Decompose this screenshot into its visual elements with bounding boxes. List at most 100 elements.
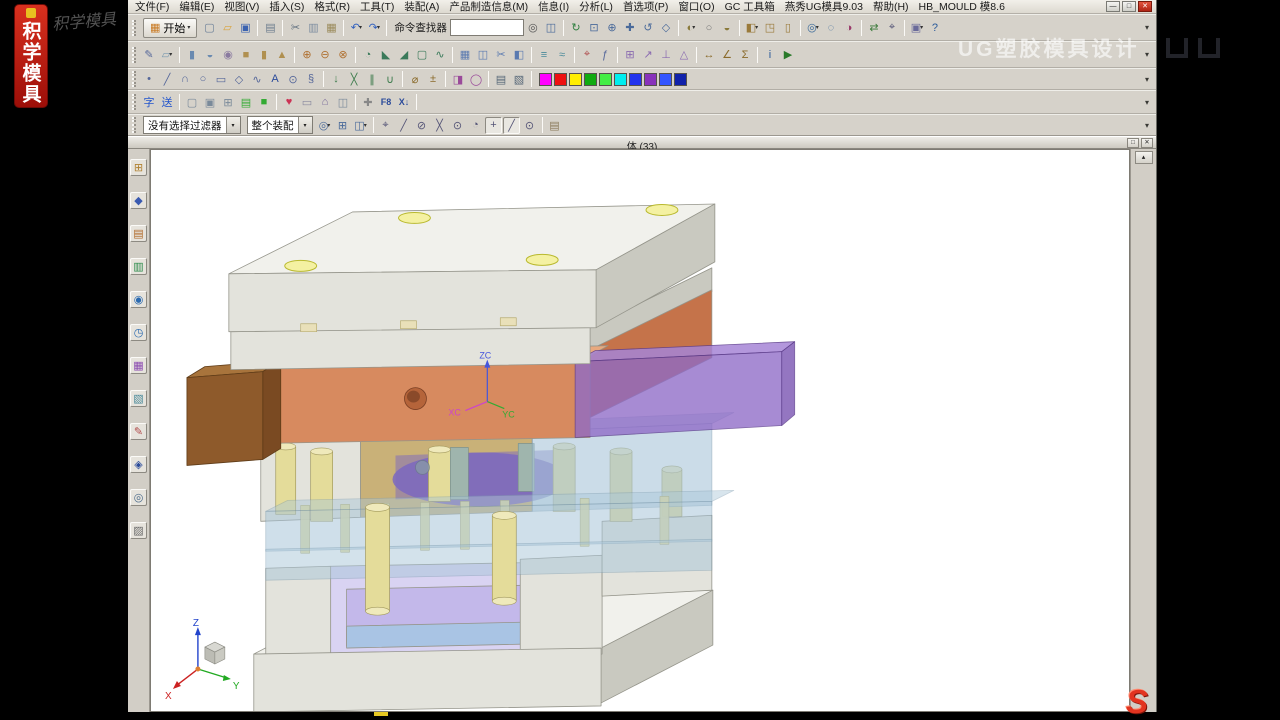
scroll-up-icon[interactable]: ▴ — [1134, 151, 1153, 164]
favorite-icon[interactable]: ♥ — [281, 94, 298, 111]
minimize-button[interactable]: — — [1106, 1, 1120, 12]
save-icon[interactable]: ▣ — [237, 19, 254, 36]
command-finder-search-icon[interactable]: ◎ — [524, 19, 541, 36]
snap-point-icon[interactable]: ⌖ — [883, 19, 900, 36]
bookmark-icon[interactable]: ◈ — [130, 456, 147, 473]
midpoint-snap-icon[interactable]: ⊘ — [413, 117, 430, 134]
menu-item[interactable]: 视图(V) — [219, 0, 264, 14]
menu-item[interactable]: 插入(S) — [264, 0, 309, 14]
mold-tool-grid-icon[interactable]: ⊞ — [220, 94, 237, 111]
color-swatch[interactable] — [569, 72, 582, 86]
process-studio-icon[interactable]: ▦ — [130, 357, 147, 374]
render-style-icon[interactable]: ◒ — [718, 19, 735, 36]
arc-icon[interactable]: ∩ — [177, 71, 194, 88]
color-swatch[interactable] — [554, 72, 567, 86]
studio-spline-icon[interactable]: ∿ — [249, 71, 266, 88]
deviation-gauge-icon[interactable]: ± — [425, 71, 442, 88]
x-down-icon[interactable]: X↓ — [396, 94, 413, 111]
history-icon[interactable]: ◷ — [130, 324, 147, 341]
open-icon[interactable]: ▱ — [219, 19, 236, 36]
shell-icon[interactable]: ▢ — [414, 46, 431, 63]
arc-center-snap-icon[interactable]: ⊙ — [449, 117, 466, 134]
f8-view-icon[interactable]: F8 — [378, 94, 395, 111]
existing-point-snap-icon[interactable]: + — [485, 116, 502, 134]
mold-assembly[interactable]: ZC XC YC Z X Y — [151, 150, 1129, 711]
color-swatch[interactable] — [644, 72, 657, 86]
trim-body-icon[interactable]: ✂ — [493, 46, 510, 63]
undo-icon[interactable]: ↶ ▾ — [348, 19, 365, 36]
text-curve-icon[interactable]: A — [267, 71, 284, 88]
mirror-feature-icon[interactable]: ◫ — [475, 46, 492, 63]
sketch-icon[interactable]: ✎ — [141, 46, 158, 63]
endpoint-snap-icon[interactable]: ╱ — [395, 117, 412, 134]
show-object-icon[interactable]: ◯ — [468, 71, 485, 88]
unite-icon[interactable]: ⊕ — [299, 46, 316, 63]
menu-item[interactable]: 燕秀UG模具9.03 — [780, 0, 868, 14]
chevron-down-icon[interactable]: ▾ — [297, 117, 312, 133]
redo-icon[interactable]: ↷ ▾ — [366, 19, 383, 36]
visualization-icon[interactable]: ▧ — [511, 71, 528, 88]
intersect-icon[interactable]: ⊗ — [335, 46, 352, 63]
selection-filter-combo[interactable]: 没有选择过滤器 ▾ — [143, 116, 241, 134]
slider-block-right[interactable] — [574, 341, 796, 438]
ellipse-icon[interactable]: ⊙ — [285, 71, 302, 88]
menu-item[interactable]: 编辑(E) — [174, 0, 219, 14]
assembly-navigator-icon[interactable]: ⊞ — [130, 159, 147, 176]
highlight-icon[interactable]: ◫ ▾ — [352, 117, 369, 134]
print-icon[interactable]: ▤ — [262, 19, 279, 36]
part-navigator-icon[interactable]: ▤ — [130, 225, 147, 242]
selection-scope-combo[interactable]: 整个装配 ▾ — [246, 116, 313, 134]
toolbar-overflow-icon[interactable]: ▾ — [1141, 98, 1153, 107]
play-icon[interactable]: ▶ — [780, 46, 797, 63]
color-swatch[interactable] — [539, 72, 552, 86]
info-icon[interactable]: i — [762, 46, 779, 63]
panel-icon[interactable]: ◫ — [335, 94, 352, 111]
close-button[interactable]: ✕ — [1138, 1, 1152, 12]
toolbar-grip[interactable] — [132, 71, 136, 87]
move-object-icon[interactable]: ⇄ — [865, 19, 882, 36]
palette-icon[interactable]: ▨ — [130, 522, 147, 539]
viewport-close-button[interactable]: ✕ — [1141, 138, 1153, 148]
wireframe-mode-icon[interactable]: ○ — [700, 19, 717, 36]
point-on-curve-snap-icon[interactable]: ╱ — [503, 116, 520, 134]
chevron-down-icon[interactable]: ▾ — [225, 117, 240, 133]
toolbar-grip[interactable] — [132, 117, 136, 133]
menu-item[interactable]: 文件(F) — [130, 0, 174, 14]
start-button[interactable]: ▦ 开始 ▾ — [143, 17, 198, 38]
intersection-curve-icon[interactable]: ╳ — [346, 71, 363, 88]
helix-icon[interactable]: § — [303, 71, 320, 88]
polygon-icon[interactable]: ◇ — [231, 71, 248, 88]
cone-icon[interactable]: ▲ — [274, 46, 291, 63]
toolbar-overflow-icon[interactable]: ▾ — [1141, 75, 1153, 84]
zoom-icon[interactable]: ⊕ — [603, 19, 620, 36]
menu-item[interactable]: 分析(L) — [574, 0, 618, 14]
paste-icon[interactable]: ▦ — [323, 19, 340, 36]
mold-tool-frame-icon[interactable]: ▢ — [184, 94, 201, 111]
toolbar-grip[interactable] — [132, 19, 136, 36]
draft-icon[interactable]: ◢ — [396, 46, 413, 63]
chamfer-icon[interactable]: ◣ — [378, 46, 395, 63]
intersection-snap-icon[interactable]: ╳ — [431, 117, 448, 134]
split-body-icon[interactable]: ◧ — [511, 46, 528, 63]
text-tool-icon[interactable]: 字 — [141, 94, 158, 111]
touch-mode-icon[interactable]: ◫ — [542, 19, 559, 36]
hole-icon[interactable]: ◉ — [220, 46, 237, 63]
measure-body-icon[interactable]: ⌀ — [407, 71, 424, 88]
copy-icon[interactable]: ▥ — [305, 19, 322, 36]
pattern-feature-icon[interactable]: ▦ — [457, 46, 474, 63]
offset-surface-icon[interactable]: ≡ — [536, 46, 553, 63]
subtract-icon[interactable]: ⊖ — [317, 46, 334, 63]
select-all-icon[interactable]: ⊞ — [334, 117, 351, 134]
edge-blend-icon[interactable]: ◔ — [360, 46, 377, 63]
measure-angle-icon[interactable]: ∠ — [719, 46, 736, 63]
roles-icon[interactable]: ✎ — [130, 423, 147, 440]
clipboard-icon[interactable]: ▤ — [546, 117, 563, 134]
manager-icon[interactable]: ▧ — [130, 390, 147, 407]
express-tool-icon[interactable]: 送 — [159, 94, 176, 111]
assembly-constraints-icon[interactable]: ⊥ — [658, 46, 675, 63]
command-finder-input[interactable] — [449, 19, 524, 36]
graphics-viewport[interactable]: ZC XC YC Z X Y — [150, 149, 1130, 712]
color-swatch[interactable] — [584, 72, 597, 86]
attach-icon[interactable]: ✚ — [360, 94, 377, 111]
menu-item[interactable]: 首选项(P) — [618, 0, 674, 14]
